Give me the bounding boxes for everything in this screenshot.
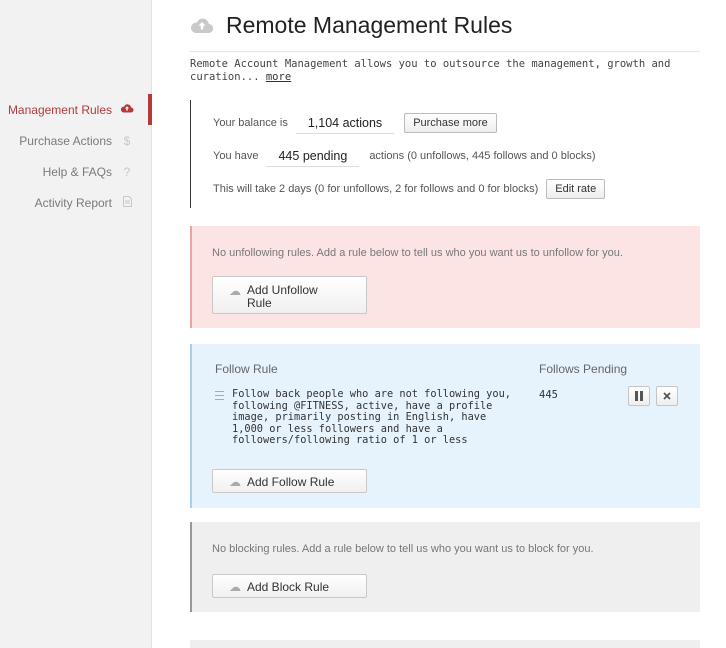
sidebar-item-label: Purchase Actions	[19, 133, 112, 148]
add-unfollow-rule-label: Add Unfollow Rule	[247, 283, 318, 310]
cloud-plus-icon: ☁	[229, 580, 241, 594]
cloud-upload-icon	[120, 102, 134, 117]
sidebar: Management Rules Purchase Actions $ Help…	[0, 0, 152, 648]
close-icon	[663, 392, 671, 400]
add-follow-rule-button[interactable]: ☁ Add Follow Rule	[212, 469, 367, 493]
add-unfollow-rule-button[interactable]: ☁ Add Unfollow Rule	[212, 276, 367, 314]
sidebar-item-purchase-actions[interactable]: Purchase Actions $	[0, 125, 152, 156]
follows-pending-count: 445	[539, 389, 558, 401]
pause-button[interactable]	[628, 386, 650, 406]
follow-rule-description: Follow back people who are not following…	[232, 388, 511, 446]
cloud-plus-icon: ☁	[229, 475, 241, 489]
sidebar-item-label: Help & FAQs	[42, 164, 112, 179]
unfollow-rules-panel: No unfollowing rules. Add a rule below t…	[190, 226, 700, 328]
question-icon: ?	[123, 164, 131, 179]
sidebar-nav: Management Rules Purchase Actions $ Help…	[0, 94, 152, 218]
follows-pending-header: Follows Pending	[539, 362, 628, 376]
delete-rule-button[interactable]	[656, 386, 678, 406]
dollar-icon: $	[123, 133, 131, 148]
follow-rule-header: Follow Rule	[215, 362, 278, 376]
pause-icon	[635, 391, 643, 401]
sidebar-item-help-faqs[interactable]: Help & FAQs ?	[0, 156, 152, 187]
next-panel	[190, 640, 700, 648]
add-block-rule-label: Add Block Rule	[247, 580, 330, 594]
block-empty-message: No blocking rules. Add a rule below to t…	[212, 543, 594, 555]
rules-area: No unfollowing rules. Add a rule below t…	[190, 0, 700, 648]
block-rules-panel: No blocking rules. Add a rule below to t…	[190, 522, 700, 612]
follow-rules-panel: Follow Rule Follows Pending Follow back …	[190, 344, 700, 508]
sidebar-item-label: Management Rules	[7, 102, 112, 117]
sidebar-item-management-rules[interactable]: Management Rules	[0, 94, 152, 125]
sidebar-item-activity-report[interactable]: Activity Report	[0, 187, 152, 218]
cloud-plus-icon: ☁	[229, 284, 241, 298]
drag-handle-icon[interactable]	[215, 391, 224, 403]
sidebar-item-label: Activity Report	[34, 195, 112, 210]
document-icon	[120, 195, 134, 210]
add-block-rule-button[interactable]: ☁ Add Block Rule	[212, 574, 367, 598]
add-follow-rule-label: Add Follow Rule	[247, 475, 335, 489]
unfollow-empty-message: No unfollowing rules. Add a rule below t…	[212, 247, 623, 259]
